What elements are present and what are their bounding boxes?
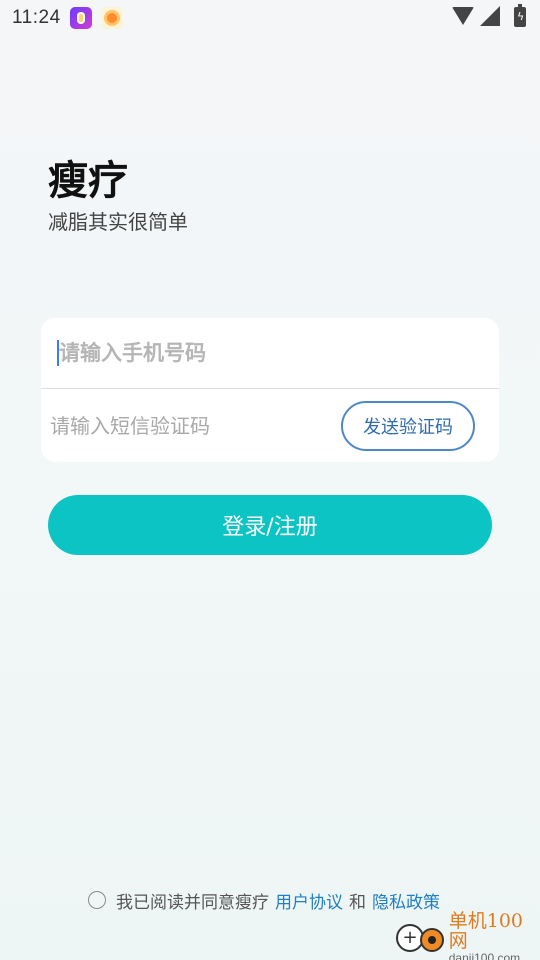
voice-assistant-icon xyxy=(69,7,92,29)
verification-code-input[interactable] xyxy=(50,414,320,438)
phone-input[interactable] xyxy=(59,341,439,365)
watermark: + 单机100网 danji100.com xyxy=(390,911,540,960)
wifi-icon xyxy=(452,7,474,25)
eye-icon xyxy=(420,928,444,952)
status-indicators: ϟ xyxy=(452,4,526,27)
code-row: 发送验证码 xyxy=(41,390,499,462)
agreement-row: 我已阅读并同意瘦疗 用户协议 和 隐私政策 xyxy=(88,886,440,914)
signal-icon xyxy=(480,6,500,26)
watermark-text: 单机100网 danji100.com xyxy=(449,911,540,960)
agreement-text: 我已阅读并同意瘦疗 xyxy=(116,892,269,913)
watermark-logo: + xyxy=(390,918,447,958)
phone-row xyxy=(41,318,499,389)
battery-icon: ϟ xyxy=(514,4,526,27)
app-title: 瘦疗 xyxy=(48,158,128,204)
privacy-policy-link[interactable]: 隐私政策 xyxy=(372,888,440,913)
agreement-and: 和 xyxy=(349,892,366,913)
status-time: 11:24 xyxy=(12,7,61,28)
watermark-domain: danji100.com xyxy=(448,951,521,960)
status-bar: 11:24 ϟ xyxy=(0,0,540,36)
app-subtitle: 减脂其实很简单 xyxy=(48,210,188,234)
login-form-card: 发送验证码 xyxy=(41,318,499,462)
send-code-button[interactable]: 发送验证码 xyxy=(341,401,475,451)
login-register-button[interactable]: 登录/注册 xyxy=(48,495,492,555)
watermark-name: 单机100网 xyxy=(448,910,524,952)
weather-icon xyxy=(100,7,123,29)
user-agreement-link[interactable]: 用户协议 xyxy=(275,888,343,913)
agree-checkbox[interactable] xyxy=(88,891,106,909)
